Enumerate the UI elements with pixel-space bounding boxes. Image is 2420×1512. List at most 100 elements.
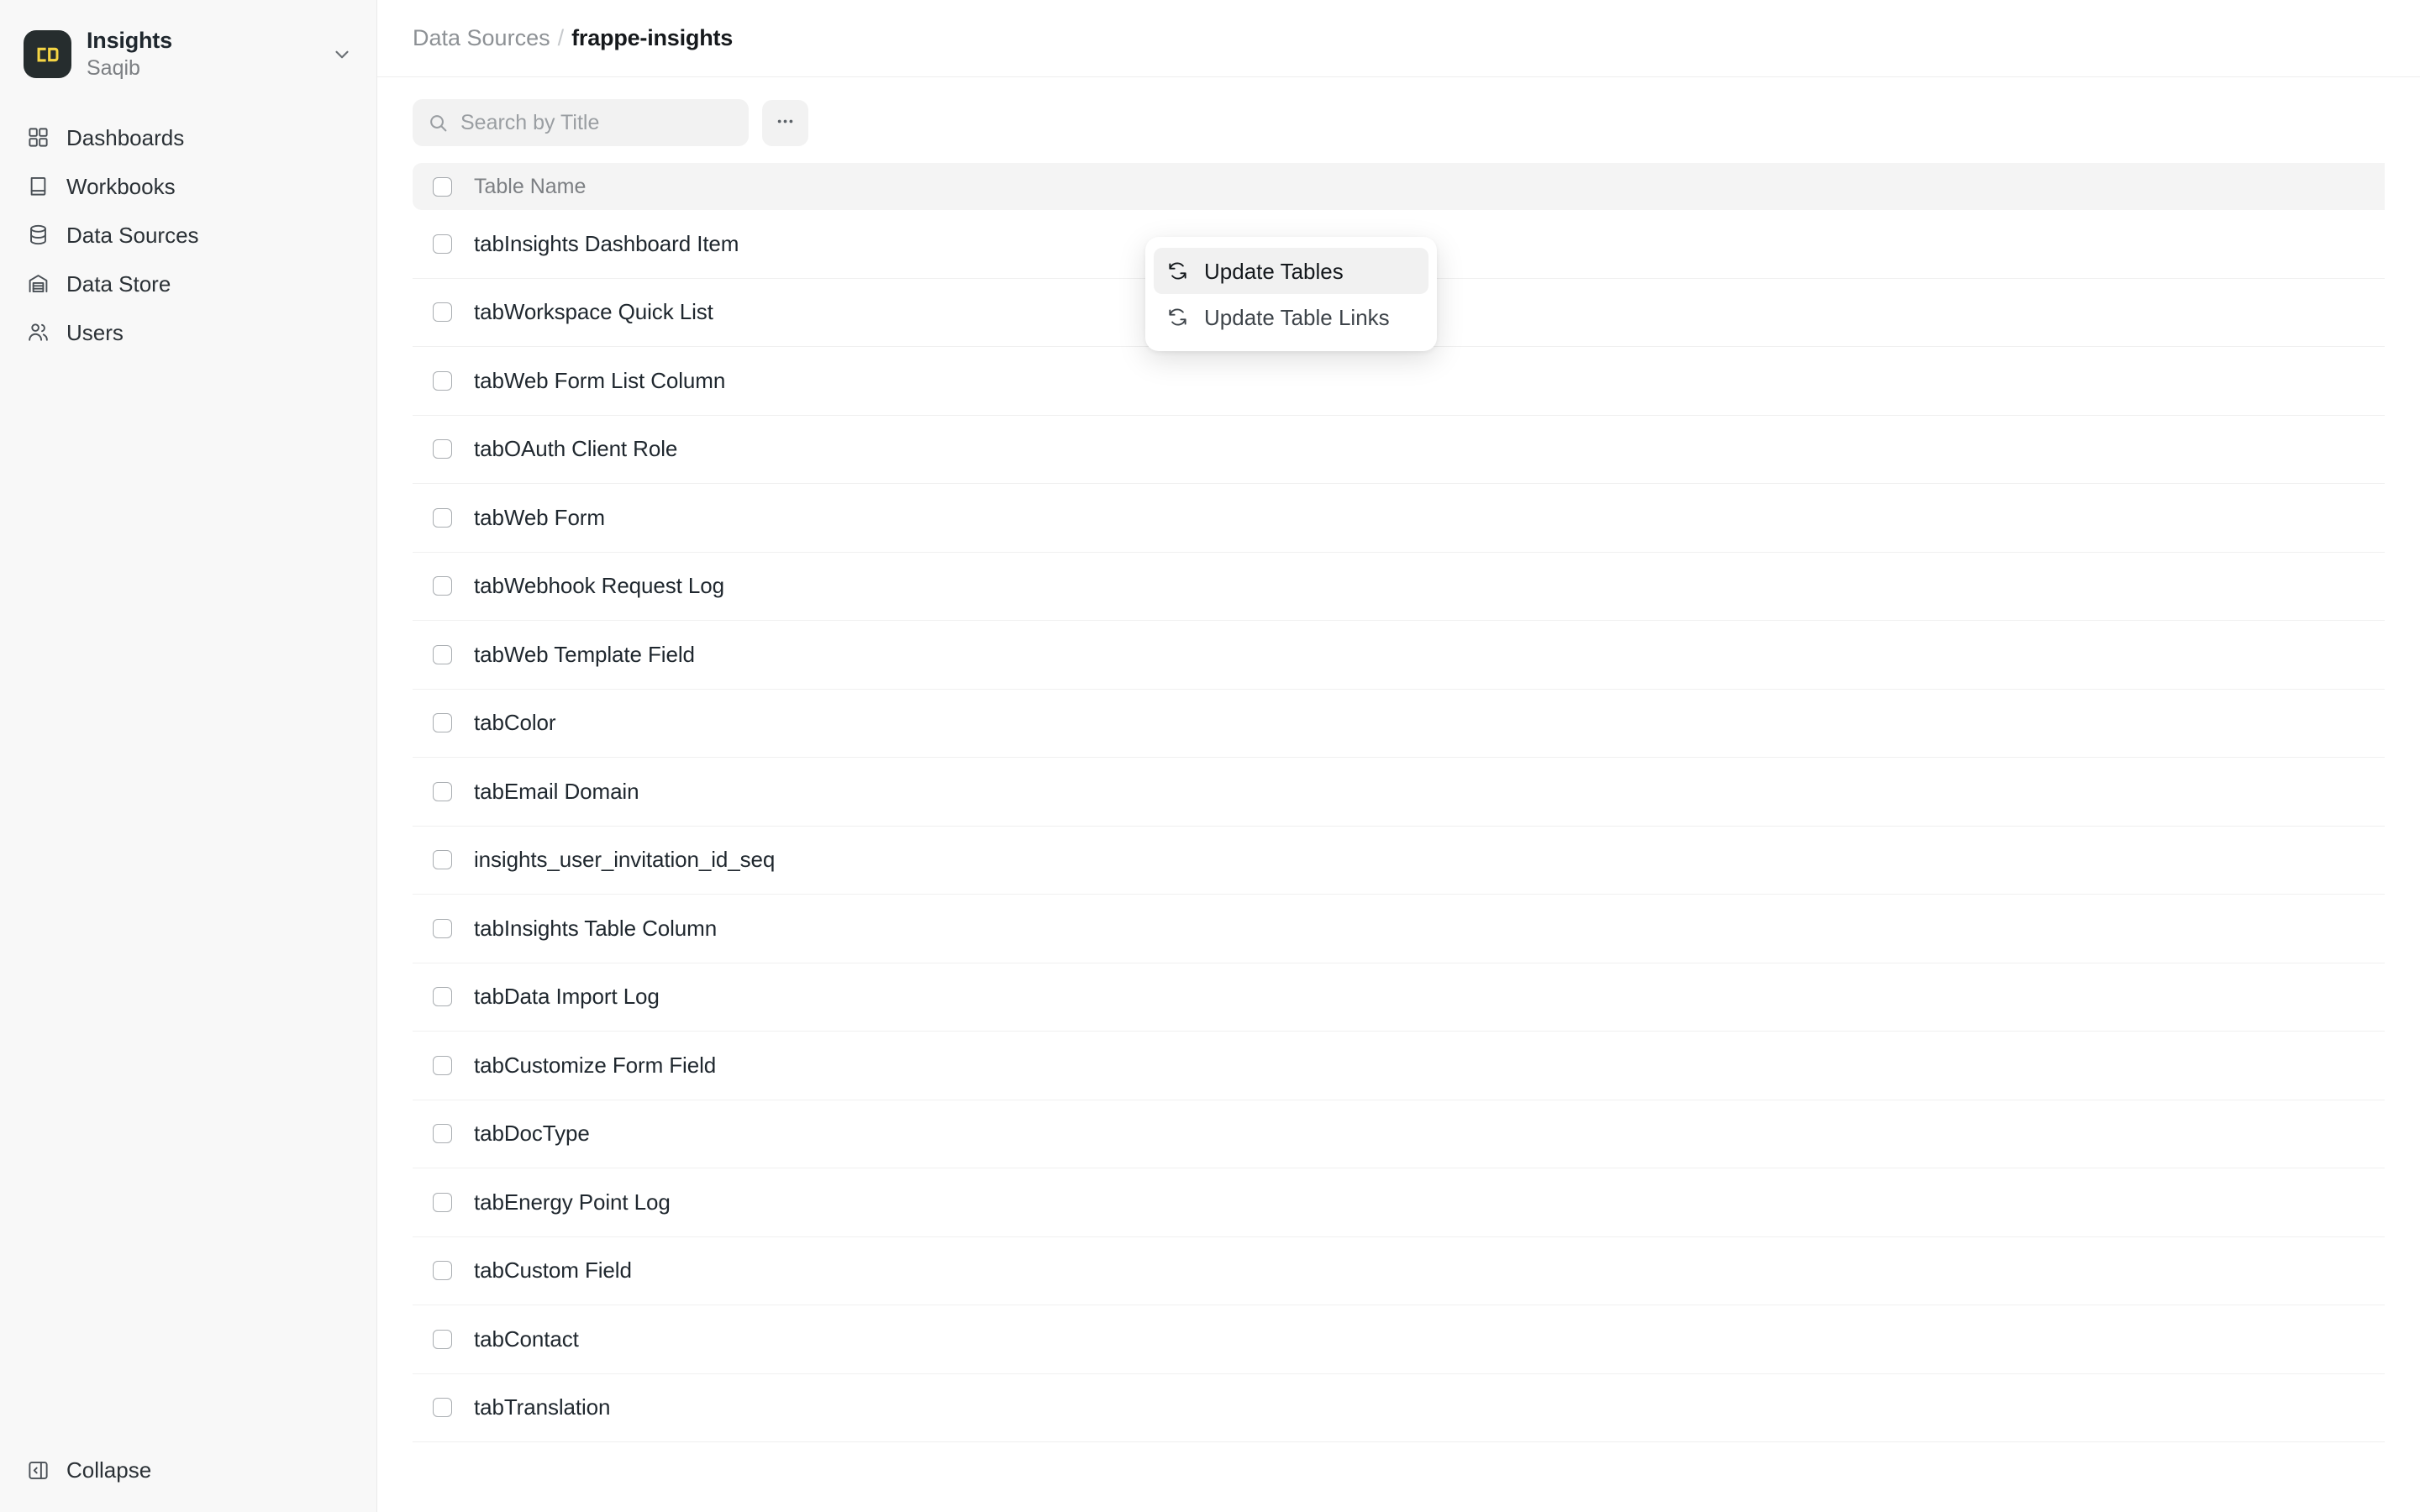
table-name-cell: tabDocType xyxy=(474,1121,590,1147)
insights-logo-icon xyxy=(24,30,71,79)
sidebar-item-label: Users xyxy=(66,319,124,345)
table-row[interactable]: tabContact xyxy=(413,1305,2385,1374)
workspace-text: Insights Saqib xyxy=(87,27,323,81)
panel-left-close-icon xyxy=(25,1457,50,1483)
main-area: Data Sources / frappe-insights Search by… xyxy=(377,0,2420,1512)
row-checkbox[interactable] xyxy=(433,439,452,459)
row-checkbox[interactable] xyxy=(433,1329,452,1349)
collapse-label: Collapse xyxy=(66,1457,152,1483)
topbar: Data Sources / frappe-insights xyxy=(377,0,2420,77)
row-checkbox[interactable] xyxy=(433,1261,452,1281)
menu-item-label: Update Tables xyxy=(1204,258,1344,284)
table-name-cell: insights_user_invitation_id_seq xyxy=(474,847,776,873)
table-row[interactable]: tabWeb Template Field xyxy=(413,621,2385,690)
table-row[interactable]: tabDocType xyxy=(413,1100,2385,1168)
more-options-dropdown: Update Tables Update Table Links xyxy=(1145,237,1437,351)
row-checkbox[interactable] xyxy=(433,576,452,596)
row-checkbox[interactable] xyxy=(433,234,452,254)
row-checkbox[interactable] xyxy=(433,1192,452,1212)
table-name-cell: tabData Import Log xyxy=(474,984,660,1010)
menu-item-label: Update Table Links xyxy=(1204,304,1390,330)
collapse-sidebar-button[interactable]: Collapse xyxy=(13,1446,363,1494)
refresh-icon xyxy=(1165,260,1189,283)
content-area: Table Name tabInsights Dashboard Itemtab… xyxy=(377,77,2420,1512)
chevron-down-icon[interactable] xyxy=(331,44,353,66)
sidebar-item-label: Dashboards xyxy=(66,124,185,150)
table-name-cell: tabCustom Field xyxy=(474,1257,632,1284)
table-name-cell: tabColor xyxy=(474,710,556,736)
breadcrumb-separator: / xyxy=(557,25,565,50)
sidebar-item-label: Data Store xyxy=(66,270,171,297)
sidebar-item-workbooks[interactable]: Workbooks xyxy=(13,162,363,210)
search-input[interactable] xyxy=(460,110,734,135)
tables-list: Table Name tabInsights Dashboard Item tab… xyxy=(413,163,2385,1512)
select-all-checkbox[interactable] xyxy=(433,176,452,197)
users-icon xyxy=(25,320,50,345)
table-row[interactable]: tabData Import Log xyxy=(413,963,2385,1032)
table-name-cell: tabWeb Form xyxy=(474,504,605,530)
grid-squares-icon xyxy=(25,125,50,150)
sidebar-item-dashboards[interactable]: Dashboards xyxy=(13,113,363,161)
table-name-cell: tabOAuth Client Role xyxy=(474,436,678,462)
table-body: tabInsights Dashboard Item tabWorkspace Q… xyxy=(413,210,2385,1442)
table-row[interactable]: tabWeb Form xyxy=(413,484,2385,553)
menu-item-update-tables[interactable]: Update Tables xyxy=(1154,248,1428,294)
row-checkbox[interactable] xyxy=(433,713,452,733)
row-checkbox[interactable] xyxy=(433,1398,452,1418)
sidebar-item-label: Workbooks xyxy=(66,173,176,199)
warehouse-icon xyxy=(25,271,50,297)
more-options-button[interactable] xyxy=(762,99,808,146)
sidebar-nav: Dashboards Workbooks Data Sources Data S… xyxy=(0,113,376,356)
table-row[interactable]: tabColor xyxy=(413,690,2385,758)
sidebar-item-data-sources[interactable]: Data Sources xyxy=(13,211,363,259)
workspace-switcher[interactable]: Insights Saqib xyxy=(13,18,363,90)
table-name-cell: tabWebhook Request Log xyxy=(474,573,724,599)
table-row[interactable]: tabOAuth Client Role xyxy=(413,416,2385,484)
search-icon xyxy=(428,113,449,134)
table-row[interactable]: tabEnergy Point Log xyxy=(413,1168,2385,1237)
table-name-cell: tabCustomize Form Field xyxy=(474,1052,717,1078)
database-icon xyxy=(25,223,50,248)
table-row[interactable]: tabWeb Form List Column xyxy=(413,347,2385,416)
sidebar-item-users[interactable]: Users xyxy=(13,308,363,356)
book-icon xyxy=(25,174,50,199)
row-checkbox[interactable] xyxy=(433,1055,452,1075)
search-box[interactable] xyxy=(413,99,749,146)
table-name-cell: tabWorkspace Quick List xyxy=(474,299,713,325)
table-name-cell: tabWeb Template Field xyxy=(474,641,695,667)
table-row[interactable]: tabWebhook Request Log xyxy=(413,553,2385,621)
table-name-cell: tabTranslation xyxy=(474,1394,611,1420)
sidebar: Insights Saqib Dashboards Workbooks Data… xyxy=(0,0,377,1512)
row-checkbox[interactable] xyxy=(433,302,452,323)
row-checkbox[interactable] xyxy=(433,507,452,528)
breadcrumb-current: frappe-insights xyxy=(571,25,734,50)
menu-item-update-table-links[interactable]: Update Table Links xyxy=(1154,294,1428,340)
table-name-cell: tabEmail Domain xyxy=(474,778,639,804)
row-checkbox[interactable] xyxy=(433,918,452,938)
sidebar-item-data-store[interactable]: Data Store xyxy=(13,260,363,307)
row-checkbox[interactable] xyxy=(433,781,452,801)
table-name-cell: tabWeb Form List Column xyxy=(474,367,726,393)
sidebar-item-label: Data Sources xyxy=(66,222,199,248)
table-name-cell: tabContact xyxy=(474,1326,579,1352)
workspace-title: Insights xyxy=(87,28,172,53)
ellipsis-horizontal-icon xyxy=(775,111,796,134)
table-row[interactable]: insights_user_invitation_id_seq xyxy=(413,827,2385,895)
column-header-table-name[interactable]: Table Name xyxy=(474,175,586,199)
row-checkbox[interactable] xyxy=(433,644,452,664)
table-name-cell: tabEnergy Point Log xyxy=(474,1189,671,1215)
sidebar-footer: Collapse xyxy=(0,1446,376,1512)
row-checkbox[interactable] xyxy=(433,850,452,870)
breadcrumb-parent[interactable]: Data Sources xyxy=(413,25,550,51)
row-checkbox[interactable] xyxy=(433,1124,452,1144)
table-name-cell: tabInsights Table Column xyxy=(474,915,718,941)
table-row[interactable]: tabCustom Field xyxy=(413,1237,2385,1305)
row-checkbox[interactable] xyxy=(433,370,452,391)
breadcrumb: Data Sources / frappe-insights xyxy=(413,25,733,51)
row-checkbox[interactable] xyxy=(433,987,452,1007)
table-row[interactable]: tabEmail Domain xyxy=(413,758,2385,827)
table-row[interactable]: tabInsights Table Column xyxy=(413,895,2385,963)
table-row[interactable]: tabTranslation xyxy=(413,1374,2385,1442)
table-row[interactable]: tabCustomize Form Field xyxy=(413,1032,2385,1100)
list-toolbar xyxy=(413,99,2385,146)
